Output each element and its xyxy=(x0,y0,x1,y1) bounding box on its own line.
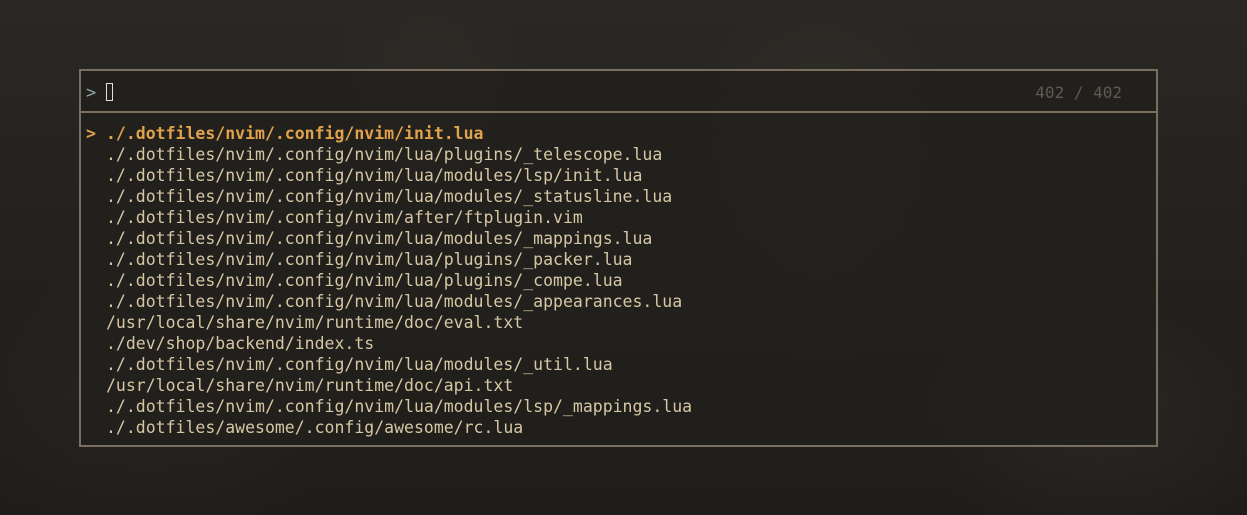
result-item[interactable]: ./.dotfiles/nvim/.config/nvim/lua/module… xyxy=(81,291,1156,312)
result-path: ./.dotfiles/nvim/.config/nvim/lua/module… xyxy=(106,166,643,185)
result-path: ./.dotfiles/nvim/.config/nvim/lua/module… xyxy=(106,397,693,416)
result-item[interactable]: /usr/local/share/nvim/runtime/doc/eval.t… xyxy=(81,312,1156,333)
result-item[interactable]: ./.dotfiles/nvim/.config/nvim/lua/module… xyxy=(81,396,1156,417)
result-item[interactable]: /usr/local/share/nvim/runtime/doc/api.tx… xyxy=(81,375,1156,396)
results-list: > ./.dotfiles/nvim/.config/nvim/init.lua.… xyxy=(81,123,1156,438)
prompt-symbol: > xyxy=(86,83,97,103)
result-path: ./dev/shop/backend/index.ts xyxy=(106,334,375,353)
match-counter: 402 / 402 xyxy=(1035,83,1122,102)
text-cursor xyxy=(106,83,113,101)
result-path: ./.dotfiles/nvim/.config/nvim/after/ftpl… xyxy=(106,208,583,227)
result-item[interactable]: ./.dotfiles/awesome/.config/awesome/rc.l… xyxy=(81,417,1156,438)
result-path: ./.dotfiles/nvim/.config/nvim/lua/plugin… xyxy=(106,271,623,290)
prompt-bar: > 402 / 402 xyxy=(81,71,1156,113)
result-item-selected[interactable]: > ./.dotfiles/nvim/.config/nvim/init.lua xyxy=(81,123,1156,144)
result-path: /usr/local/share/nvim/runtime/doc/api.tx… xyxy=(106,376,514,395)
result-item[interactable]: ./.dotfiles/nvim/.config/nvim/lua/plugin… xyxy=(81,270,1156,291)
result-path: /usr/local/share/nvim/runtime/doc/eval.t… xyxy=(106,313,524,332)
result-path: ./.dotfiles/nvim/.config/nvim/lua/plugin… xyxy=(106,145,663,164)
result-item[interactable]: ./.dotfiles/nvim/.config/nvim/lua/module… xyxy=(81,354,1156,375)
result-item[interactable]: ./.dotfiles/nvim/.config/nvim/lua/module… xyxy=(81,228,1156,249)
result-path: ./.dotfiles/nvim/.config/nvim/lua/module… xyxy=(106,355,613,374)
fuzzy-finder-window: > 402 / 402 > ./.dotfiles/nvim/.config/nv… xyxy=(79,69,1158,447)
result-item[interactable]: ./.dotfiles/nvim/.config/nvim/lua/plugin… xyxy=(81,249,1156,270)
result-item[interactable]: ./.dotfiles/nvim/.config/nvim/lua/module… xyxy=(81,165,1156,186)
result-path: ./.dotfiles/nvim/.config/nvim/lua/plugin… xyxy=(106,250,633,269)
result-item[interactable]: ./.dotfiles/nvim/.config/nvim/lua/plugin… xyxy=(81,144,1156,165)
result-path: ./.dotfiles/nvim/.config/nvim/lua/module… xyxy=(106,292,683,311)
result-path: ./.dotfiles/nvim/.config/nvim/lua/module… xyxy=(106,187,673,206)
search-input[interactable] xyxy=(105,83,905,103)
result-item[interactable]: ./dev/shop/backend/index.ts xyxy=(81,333,1156,354)
result-path: ./.dotfiles/nvim/.config/nvim/lua/module… xyxy=(106,229,653,248)
result-path: ./.dotfiles/awesome/.config/awesome/rc.l… xyxy=(106,418,524,437)
selection-caret: > xyxy=(86,124,96,143)
result-path: ./.dotfiles/nvim/.config/nvim/init.lua xyxy=(106,124,484,143)
result-item[interactable]: ./.dotfiles/nvim/.config/nvim/after/ftpl… xyxy=(81,207,1156,228)
result-item[interactable]: ./.dotfiles/nvim/.config/nvim/lua/module… xyxy=(81,186,1156,207)
